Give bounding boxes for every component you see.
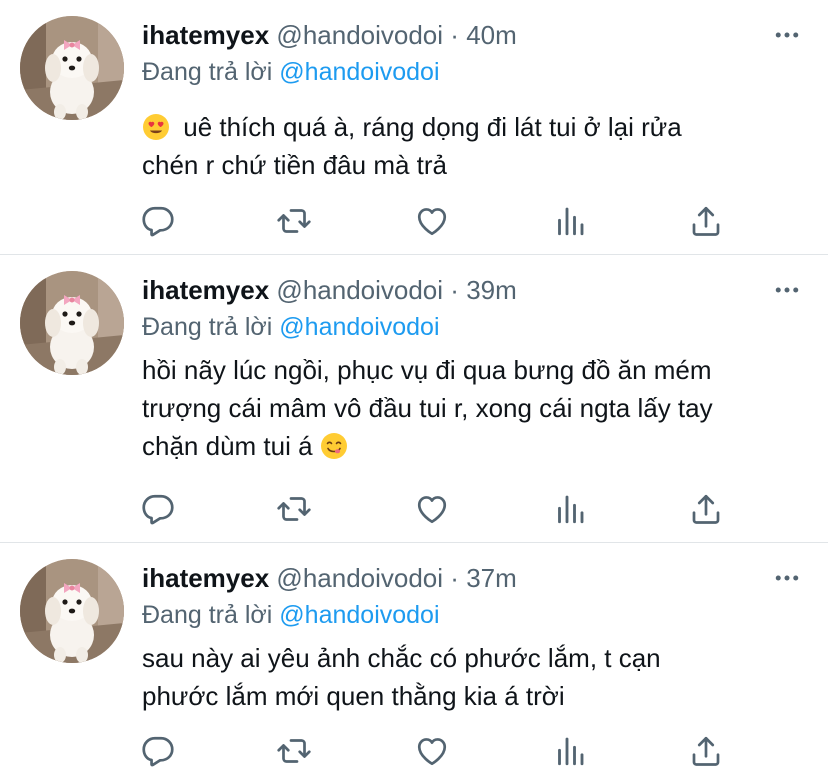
retweet-icon[interactable] xyxy=(276,203,312,239)
timestamp[interactable]: 39m xyxy=(466,275,517,305)
separator-dot: · xyxy=(450,20,459,50)
like-icon[interactable] xyxy=(414,203,450,239)
more-icon[interactable] xyxy=(772,563,802,593)
analytics-icon[interactable] xyxy=(552,491,588,527)
display-name[interactable]: ihatemyex xyxy=(142,20,269,50)
heart-eyes-emoji xyxy=(142,113,170,141)
tweet-text: uê thích quá à, ráng dọng đi lát tui ở l… xyxy=(142,108,802,184)
display-name[interactable]: ihatemyex xyxy=(142,275,269,305)
avatar[interactable] xyxy=(20,271,124,375)
tweet-text: sau này ai yêu ảnh chắc có phước lắm, t … xyxy=(142,639,802,715)
like-icon[interactable] xyxy=(414,491,450,527)
more-icon[interactable] xyxy=(772,20,802,50)
text-line: sau này ai yêu ảnh chắc có phước lắm, t … xyxy=(142,643,661,673)
replying-to: Đang trả lời @handoivodoi xyxy=(142,311,440,343)
reply-icon[interactable] xyxy=(140,491,176,527)
tweet-header: ihatemyex @handoivodoi · 40m xyxy=(142,18,517,52)
text-line: uê thích quá à, ráng dọng đi lát tui ở l… xyxy=(183,112,682,142)
tweet[interactable]: ihatemyex @handoivodoi · 40m Đang trả lờ… xyxy=(0,0,828,254)
tweet[interactable]: ihatemyex @handoivodoi · 37m Đang trả lờ… xyxy=(0,543,828,782)
text-line: trượng cái mâm vô đầu tui r, xong cái ng… xyxy=(142,393,713,423)
more-icon[interactable] xyxy=(772,275,802,305)
share-icon[interactable] xyxy=(688,733,724,769)
mention-link[interactable]: @handoivodoi xyxy=(279,601,439,629)
reply-icon[interactable] xyxy=(140,733,176,769)
separator-dot: · xyxy=(450,563,459,593)
display-name[interactable]: ihatemyex xyxy=(142,563,269,593)
tweet-actions xyxy=(142,491,762,531)
tweet-header: ihatemyex @handoivodoi · 39m xyxy=(142,273,517,307)
tweet-actions xyxy=(142,203,762,243)
reply-icon[interactable] xyxy=(140,203,176,239)
separator-dot: · xyxy=(450,275,459,305)
avatar[interactable] xyxy=(20,559,124,663)
like-icon[interactable] xyxy=(414,733,450,769)
tweet-actions xyxy=(142,733,762,773)
text-line: phước lắm mới quen thằng kia á trời xyxy=(142,681,565,711)
timestamp[interactable]: 40m xyxy=(466,20,517,50)
replying-to: Đang trả lời @handoivodoi xyxy=(142,56,440,88)
text-line: chặn dùm tui á xyxy=(142,431,313,461)
analytics-icon[interactable] xyxy=(552,203,588,239)
share-icon[interactable] xyxy=(688,203,724,239)
share-icon[interactable] xyxy=(688,491,724,527)
text-line: hồi nãy lúc ngồi, phục vụ đi qua bưng đồ… xyxy=(142,355,712,385)
handle[interactable]: @handoivodoi xyxy=(276,275,443,305)
timestamp[interactable]: 37m xyxy=(466,563,517,593)
replying-to: Đang trả lời @handoivodoi xyxy=(142,599,440,631)
replying-label: Đang trả lời xyxy=(142,58,273,86)
mention-link[interactable]: @handoivodoi xyxy=(279,313,439,341)
analytics-icon[interactable] xyxy=(552,733,588,769)
avatar[interactable] xyxy=(20,16,124,120)
replying-label: Đang trả lời xyxy=(142,313,273,341)
yum-emoji xyxy=(320,432,348,460)
text-line: chén r chứ tiền đâu mà trả xyxy=(142,150,448,180)
retweet-icon[interactable] xyxy=(276,733,312,769)
tweet-text: hồi nãy lúc ngồi, phục vụ đi qua bưng đồ… xyxy=(142,351,802,465)
tweet[interactable]: ihatemyex @handoivodoi · 39m Đang trả lờ… xyxy=(0,255,828,541)
mention-link[interactable]: @handoivodoi xyxy=(279,58,439,86)
handle[interactable]: @handoivodoi xyxy=(276,563,443,593)
tweet-header: ihatemyex @handoivodoi · 37m xyxy=(142,561,517,595)
retweet-icon[interactable] xyxy=(276,491,312,527)
replying-label: Đang trả lời xyxy=(142,601,273,629)
handle[interactable]: @handoivodoi xyxy=(276,20,443,50)
